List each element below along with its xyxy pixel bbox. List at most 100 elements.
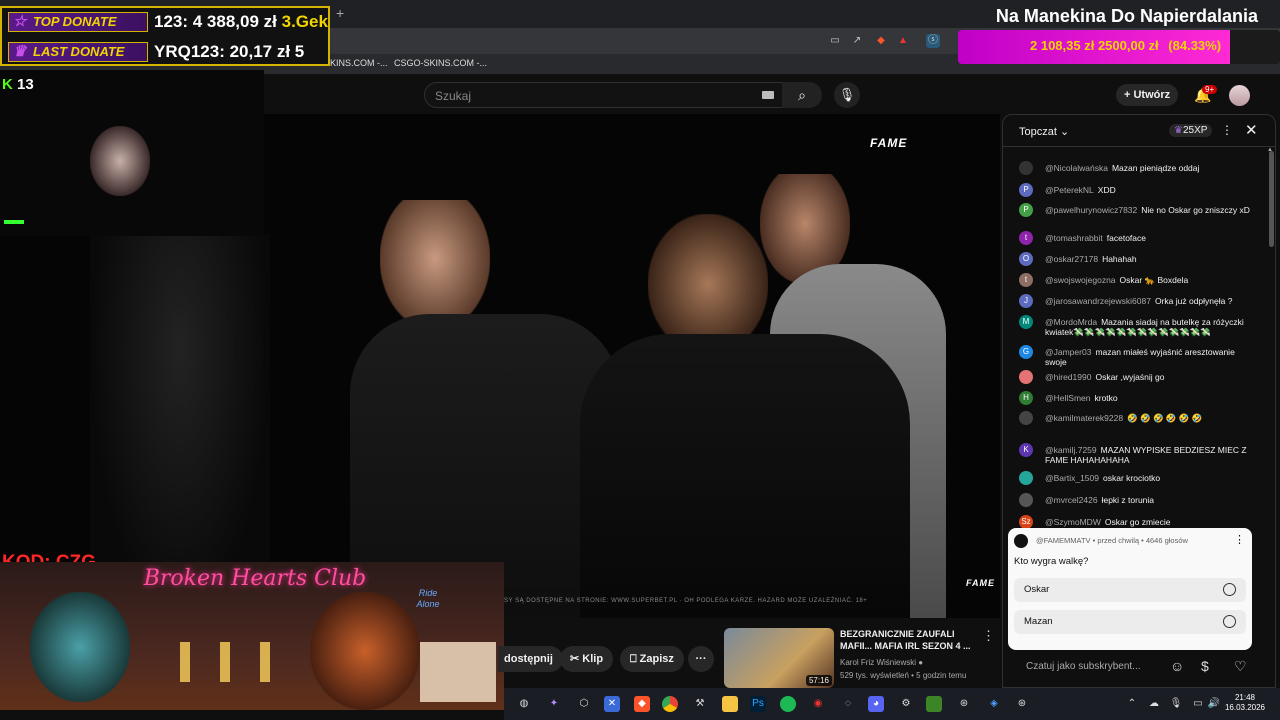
chat-author[interactable]: @oskar27178 bbox=[1045, 254, 1098, 264]
gear-icon[interactable]: ⚙ bbox=[898, 696, 914, 712]
chat-avatar[interactable]: H bbox=[1019, 391, 1033, 405]
steam-icon[interactable]: ⊛ bbox=[956, 696, 972, 712]
poll-option-mazan[interactable]: Mazan bbox=[1014, 610, 1246, 634]
chevron-up-icon[interactable]: ⌃ bbox=[1124, 696, 1140, 712]
chat-avatar[interactable]: O bbox=[1019, 252, 1033, 266]
network-icon[interactable]: ▭ bbox=[1190, 696, 1206, 712]
donation-goal: Na Manekina Do Napierdalania 2 108,35 zł… bbox=[958, 2, 1280, 64]
chat-menu-icon[interactable]: ⋮ bbox=[1221, 123, 1233, 137]
chat-avatar[interactable] bbox=[1019, 370, 1033, 384]
chat-author[interactable]: @kamilj.7259 bbox=[1045, 445, 1097, 455]
snip-icon[interactable]: ✕ bbox=[604, 696, 620, 712]
vpn-icon[interactable]: ◈ bbox=[986, 696, 1002, 712]
chat-avatar[interactable]: t bbox=[1019, 273, 1033, 287]
folder-icon[interactable] bbox=[722, 696, 738, 712]
close-icon[interactable]: ✕ bbox=[1245, 121, 1258, 139]
chat-avatar[interactable] bbox=[1019, 411, 1033, 425]
chat-avatar[interactable]: M bbox=[1019, 315, 1033, 329]
chat-avatar[interactable]: Sz bbox=[1019, 515, 1033, 529]
chat-scrollbar[interactable] bbox=[1269, 151, 1274, 247]
top-donate-value: 123: 4 388,09 zł 3.Gek bbox=[154, 12, 328, 31]
chat-author[interactable]: @pawelhurynowicz7832 bbox=[1045, 205, 1137, 215]
chat-author[interactable]: @PeterekNL bbox=[1045, 185, 1094, 195]
related-thumbnail[interactable]: 57:16 bbox=[724, 628, 834, 688]
related-channel[interactable]: Karol Friz Wiśniewski ● bbox=[840, 658, 923, 667]
spotify-icon[interactable] bbox=[780, 696, 796, 712]
poll-menu-icon[interactable]: ⋮ bbox=[1234, 533, 1245, 546]
search-button[interactable]: ⌕ bbox=[782, 82, 822, 108]
fighter-head bbox=[380, 200, 490, 330]
circle-icon[interactable]: ◌ bbox=[840, 696, 856, 712]
bookmark-2[interactable]: CSGO-SKINS.COM -... bbox=[394, 58, 487, 68]
chat-author[interactable]: @Nicolalwańska bbox=[1045, 163, 1108, 173]
chat-author[interactable]: @Bartix_1509 bbox=[1045, 473, 1099, 483]
chat-avatar[interactable]: K bbox=[1019, 443, 1033, 457]
share-icon[interactable]: ↗ bbox=[850, 34, 864, 48]
chat-text: XDD bbox=[1097, 185, 1116, 195]
related-title[interactable]: BEZGRANICZNIE ZAUFALI MAFII... MAFIA IRL… bbox=[840, 628, 972, 652]
clip-button[interactable]: ✂ Klip bbox=[560, 646, 614, 672]
new-tab-button[interactable]: + bbox=[336, 5, 344, 21]
crown-icon: ♛ bbox=[1174, 125, 1183, 136]
create-label: Utwórz bbox=[1133, 89, 1171, 101]
chat-avatar[interactable]: J bbox=[1019, 294, 1033, 308]
minecraft-icon[interactable] bbox=[926, 696, 942, 712]
chat-author[interactable]: @MordoMrda bbox=[1045, 317, 1097, 327]
channel-logo bbox=[1014, 534, 1028, 548]
chat-input[interactable]: Czatuj jako subskrybent... bbox=[1010, 656, 1160, 678]
chat-author[interactable]: @mvrcel2426 bbox=[1045, 495, 1098, 505]
obs-icon[interactable]: ◍ bbox=[516, 696, 532, 712]
chat-avatar[interactable]: G bbox=[1019, 345, 1033, 359]
account-avatar[interactable] bbox=[1229, 85, 1250, 106]
chat-mode-dropdown[interactable]: Topczat ⌄ bbox=[1019, 125, 1069, 138]
chat-header: Topczat ⌄ ♛25XP ⋮ ✕ bbox=[1003, 115, 1275, 147]
brave-icon[interactable]: ◆ bbox=[634, 696, 650, 712]
heart-icon[interactable]: ♡ bbox=[1234, 658, 1247, 675]
tool-icon[interactable]: ⚒ bbox=[692, 696, 708, 712]
chat-author[interactable]: @HellSmen bbox=[1045, 393, 1090, 403]
emoji-icon[interactable]: ☺ bbox=[1170, 658, 1184, 674]
chrome-icon[interactable] bbox=[662, 696, 678, 712]
photoshop-icon[interactable]: Ps bbox=[750, 696, 766, 712]
xp-badge[interactable]: ♛25XP bbox=[1169, 124, 1213, 137]
system-clock[interactable]: 21:48 16.03.2026 bbox=[1224, 693, 1266, 713]
chat-avatar[interactable]: P bbox=[1019, 183, 1033, 197]
related-menu-icon[interactable]: ⋮ bbox=[982, 628, 995, 644]
share-button[interactable]: dostępnij bbox=[498, 646, 563, 672]
poll-option-oskar[interactable]: Oskar bbox=[1014, 578, 1246, 602]
rewards-icon[interactable]: ▲ bbox=[896, 34, 910, 48]
chat-author[interactable]: @jarosawandrzejewski6087 bbox=[1045, 296, 1151, 306]
super-chat-icon[interactable]: $ bbox=[1201, 658, 1209, 674]
chat-author[interactable]: @hired1990 bbox=[1045, 372, 1091, 382]
chat-author[interactable]: @SzymoMDW bbox=[1045, 517, 1101, 527]
chat-author[interactable]: @kamilmaterek9228 bbox=[1045, 413, 1123, 423]
mic-button[interactable]: 🎙 bbox=[834, 82, 860, 108]
chat-avatar[interactable]: t bbox=[1019, 231, 1033, 245]
create-button[interactable]: + Utwórz bbox=[1116, 84, 1178, 106]
save-button[interactable]: ⎕ Zapisz bbox=[620, 646, 684, 672]
cast-icon[interactable]: ▭ bbox=[828, 34, 842, 48]
chat-author[interactable]: @swojswojegozna bbox=[1045, 275, 1116, 285]
chat-avatar[interactable] bbox=[1019, 161, 1033, 175]
record-icon[interactable]: ◉ bbox=[810, 696, 826, 712]
chat-message-text: @MordoMrda Mazania siadaj na butelkę za r… bbox=[1045, 317, 1255, 337]
chat-avatar[interactable]: P bbox=[1019, 203, 1033, 217]
discord-icon[interactable]: ◕ bbox=[868, 696, 884, 712]
bookmark-1[interactable]: KINS.COM -... bbox=[330, 58, 388, 68]
search-input[interactable]: Szukaj bbox=[424, 82, 786, 108]
app-icon[interactable]: ✦ bbox=[546, 696, 562, 712]
more-actions-button[interactable]: ··· bbox=[688, 646, 714, 672]
keyboard-icon[interactable] bbox=[762, 91, 774, 99]
mic-tray-icon[interactable]: 🎙 bbox=[1168, 696, 1184, 712]
chat-avatar[interactable] bbox=[1019, 471, 1033, 485]
steam-2-icon[interactable]: ⊛ bbox=[1014, 696, 1030, 712]
volume-icon[interactable]: 🔊 bbox=[1206, 696, 1222, 712]
cube-icon[interactable]: ⬡ bbox=[576, 696, 592, 712]
chat-author[interactable]: @Jamper03 bbox=[1045, 347, 1091, 357]
brave-shield-icon[interactable]: ◆ bbox=[874, 34, 888, 48]
chat-avatar[interactable] bbox=[1019, 493, 1033, 507]
related-video[interactable]: 57:16 BEZGRANICZNIE ZAUFALI MAFII... MAF… bbox=[724, 628, 1000, 688]
cloud-icon[interactable]: ☁ bbox=[1146, 696, 1162, 712]
extension-icon[interactable]: ⓢ bbox=[926, 34, 940, 48]
chat-author[interactable]: @tomashrabbit bbox=[1045, 233, 1103, 243]
